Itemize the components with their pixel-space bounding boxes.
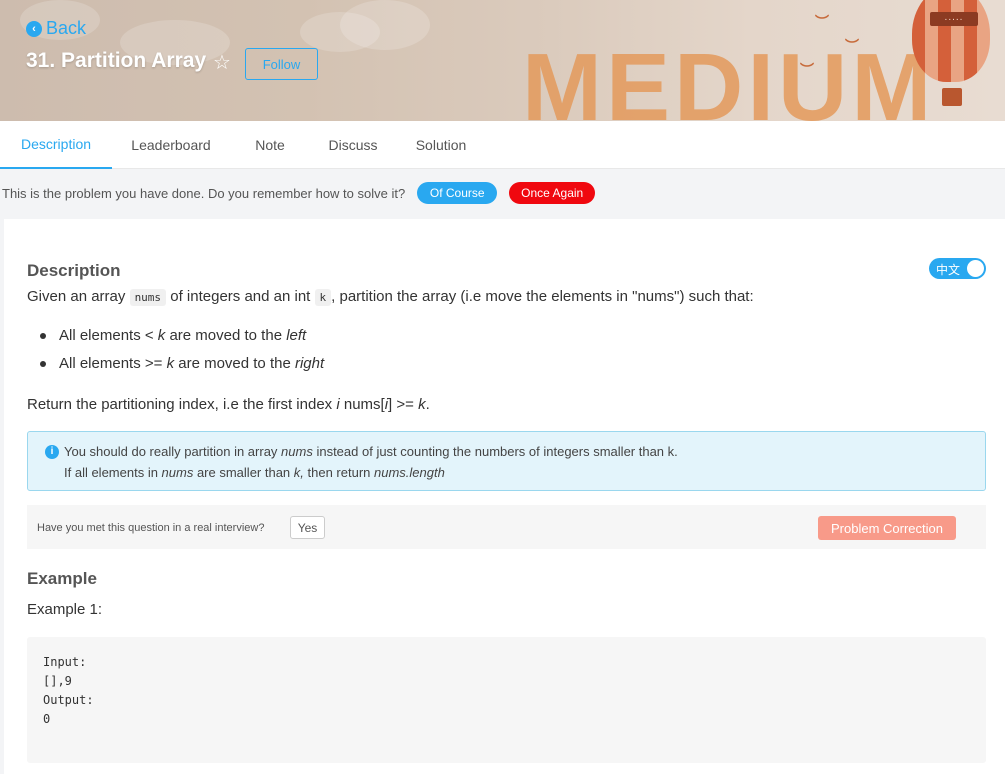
page-title: 31. Partition Array bbox=[26, 49, 207, 72]
inline-code-k: k bbox=[314, 289, 332, 306]
tab-discuss[interactable]: Discuss bbox=[322, 121, 384, 169]
code-line: Input: bbox=[43, 655, 87, 669]
info-icon: i bbox=[45, 445, 59, 459]
info-emphasis: nums.length bbox=[374, 465, 445, 480]
bird-icon: ︶ bbox=[800, 62, 814, 78]
rule-right: All elements >= k are moved to the right bbox=[59, 355, 324, 372]
info-text: instead of just counting the numbers of … bbox=[312, 444, 678, 459]
intro-text: , partition the array (i.e move the elem… bbox=[331, 288, 754, 305]
tab-leaderboard[interactable]: Leaderboard bbox=[126, 121, 216, 169]
intro-text: of integers and an int bbox=[170, 288, 311, 305]
info-text: If all elements in bbox=[64, 465, 162, 480]
info-emphasis: nums bbox=[161, 465, 194, 480]
return-text: . bbox=[425, 396, 430, 413]
of-course-button[interactable]: Of Course bbox=[417, 182, 498, 204]
language-toggle[interactable]: 中文 bbox=[929, 258, 986, 279]
code-line: [],9 bbox=[43, 674, 72, 688]
balloon-band: ..... bbox=[930, 12, 978, 26]
return-var: k bbox=[418, 396, 426, 413]
rule-emphasis: right bbox=[294, 355, 325, 372]
rule-text: are moved to the bbox=[174, 355, 295, 372]
return-statement: Return the partitioning index, i.e the f… bbox=[27, 396, 430, 413]
return-text: ] >= bbox=[388, 396, 419, 413]
example-subheading: Example 1: bbox=[27, 601, 103, 618]
interview-feedback-bar: Have you met this question in a real int… bbox=[27, 505, 986, 549]
rule-text: All elements < bbox=[59, 327, 158, 344]
star-icon[interactable]: ☆ bbox=[213, 50, 231, 75]
chevron-left-icon: ‹ bbox=[26, 20, 42, 37]
code-line: Output: bbox=[43, 693, 94, 707]
done-reminder-bar: This is the problem you have done. Do yo… bbox=[0, 169, 1005, 217]
bird-icon: ︶ bbox=[815, 14, 829, 30]
inline-code-nums: nums bbox=[129, 289, 167, 306]
info-callout: i You should do really partition in arra… bbox=[27, 431, 986, 491]
problem-tabs: Description Leaderboard Note Discuss Sol… bbox=[0, 121, 1005, 169]
rule-left: All elements < k are moved to the left bbox=[59, 327, 306, 344]
info-text: then return bbox=[303, 465, 375, 480]
rule-text: are moved to the bbox=[165, 327, 287, 344]
tab-description[interactable]: Description bbox=[0, 121, 112, 169]
info-line-2: If all elements in nums are smaller than… bbox=[64, 465, 445, 480]
return-text: Return the partitioning index, i.e the f… bbox=[27, 396, 337, 413]
example-code-block: Input: [],9 Output: 0 bbox=[27, 637, 986, 763]
description-intro: Given an array nums of integers and an i… bbox=[27, 288, 754, 306]
intro-text: Given an array bbox=[27, 288, 126, 305]
rule-emphasis: left bbox=[286, 327, 307, 344]
problem-correction-button[interactable]: Problem Correction bbox=[818, 516, 956, 540]
yes-button[interactable]: Yes bbox=[290, 516, 325, 539]
once-again-button[interactable]: Once Again bbox=[509, 182, 596, 204]
problem-banner: MEDIUM ︶ ︶ ︶ ..... ‹ Back 31. Partition … bbox=[0, 0, 1005, 121]
toggle-knob bbox=[967, 260, 984, 277]
bullet-dot bbox=[40, 361, 46, 367]
interview-question: Have you met this question in a real int… bbox=[37, 522, 265, 534]
return-text: nums[ bbox=[339, 396, 385, 413]
bird-icon: ︶ bbox=[845, 38, 859, 54]
language-toggle-label: 中文 bbox=[936, 263, 961, 277]
back-label: Back bbox=[46, 18, 87, 38]
hot-air-balloon-icon: ..... bbox=[912, 0, 990, 82]
code-line: 0 bbox=[43, 712, 51, 726]
banner-cloud-decoration bbox=[340, 0, 430, 50]
difficulty-art: MEDIUM bbox=[522, 34, 936, 122]
info-text: You should do really partition in array bbox=[64, 444, 282, 459]
rule-text: All elements >= bbox=[59, 355, 167, 372]
bullet-dot bbox=[40, 333, 46, 339]
info-line-1: You should do really partition in array … bbox=[64, 444, 678, 459]
info-emphasis: nums bbox=[281, 444, 313, 459]
info-text: are smaller than bbox=[193, 465, 294, 480]
tab-note[interactable]: Note bbox=[245, 121, 295, 169]
tab-solution[interactable]: Solution bbox=[408, 121, 474, 169]
example-heading: Example bbox=[27, 569, 97, 588]
done-reminder-text: This is the problem you have done. Do yo… bbox=[2, 185, 406, 201]
info-emphasis: k, bbox=[293, 465, 304, 480]
description-heading: Description bbox=[27, 261, 121, 280]
follow-button[interactable]: Follow bbox=[245, 48, 318, 80]
balloon-basket bbox=[942, 88, 962, 106]
rule-var: k bbox=[166, 355, 175, 372]
back-link[interactable]: ‹ Back bbox=[26, 18, 86, 39]
